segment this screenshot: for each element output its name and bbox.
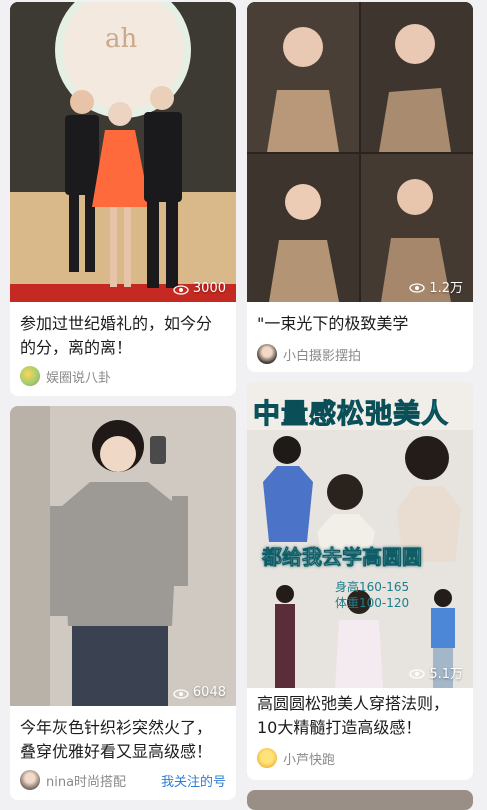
card-image xyxy=(247,790,473,810)
card-image: ah 3000 xyxy=(10,2,236,302)
view-count-text: 3000 xyxy=(192,281,226,296)
following-label[interactable]: 我关注的号 xyxy=(161,771,226,790)
eye-icon xyxy=(173,688,189,699)
avatar xyxy=(257,748,277,768)
eye-icon xyxy=(409,282,425,293)
feed-card[interactable]: 6048 今年灰色针织衫突然火了，叠穿优雅好看又显高级感！ nina时尚搭配 我… xyxy=(10,406,236,800)
eye-icon xyxy=(409,668,425,679)
view-count: 6048 xyxy=(173,685,226,700)
view-count-text: 6048 xyxy=(192,685,226,700)
avatar xyxy=(257,344,277,364)
feed-card[interactable]: 中量感松弛美人 都给我去学高圆圆 身高160-165 体重100-120 5.1… xyxy=(247,382,473,780)
logo-text: ah xyxy=(105,24,138,54)
card-author[interactable]: 小白摄影摆拍 xyxy=(257,344,463,364)
card-image: 6048 xyxy=(10,406,236,706)
view-count: 1.2万 xyxy=(409,277,463,296)
feed-card[interactable]: 1.2万 "一束光下的极致美学 小白摄影摆拍 xyxy=(247,2,473,372)
feed-card[interactable] xyxy=(247,790,473,810)
author-name: nina时尚搭配 xyxy=(46,774,127,790)
overlay-weight: 体重100-120 xyxy=(335,596,410,610)
card-title[interactable]: 参加过世纪婚礼的，如今分的分，离的离！ xyxy=(20,312,226,360)
avatar xyxy=(20,366,40,386)
view-count-text: 1.2万 xyxy=(429,281,463,296)
view-count: 5.1万 xyxy=(409,663,463,682)
author-name: 小白摄影摆拍 xyxy=(283,348,362,364)
card-title[interactable]: 高圆圆松弛美人穿搭法则，10大精髓打造高级感！ xyxy=(257,692,463,740)
overlay-headline: 中量感松弛美人 xyxy=(253,399,449,431)
author-name: 娱圈说八卦 xyxy=(46,370,112,386)
eye-icon xyxy=(173,284,189,295)
view-count-text: 5.1万 xyxy=(429,667,463,682)
overlay-subline: 都给我去学高圆圆 xyxy=(262,545,423,570)
card-title[interactable]: 今年灰色针织衫突然火了，叠穿优雅好看又显高级感！ xyxy=(20,716,226,764)
card-image: 中量感松弛美人 都给我去学高圆圆 身高160-165 体重100-120 5.1… xyxy=(247,382,473,688)
feed: ah 3000 参加过世纪婚礼的，如今分的分，离的离！ 娱圈说八卦 1.2万 "… xyxy=(0,0,487,810)
card-author[interactable]: nina时尚搭配 我关注的号 xyxy=(20,770,226,790)
author-name: 小芦快跑 xyxy=(283,752,336,768)
feed-card[interactable]: ah 3000 参加过世纪婚礼的，如今分的分，离的离！ 娱圈说八卦 xyxy=(10,2,236,396)
photo-collage xyxy=(247,2,473,302)
card-author[interactable]: 小芦快跑 xyxy=(257,748,463,768)
overlay-height: 身高160-165 xyxy=(335,580,410,594)
view-count: 3000 xyxy=(173,281,226,296)
card-image: 1.2万 xyxy=(247,2,473,302)
knitwear-photo xyxy=(10,406,236,706)
card-title[interactable]: "一束光下的极致美学 xyxy=(257,312,463,336)
card-author[interactable]: 娱圈说八卦 xyxy=(20,366,226,386)
avatar xyxy=(20,770,40,790)
